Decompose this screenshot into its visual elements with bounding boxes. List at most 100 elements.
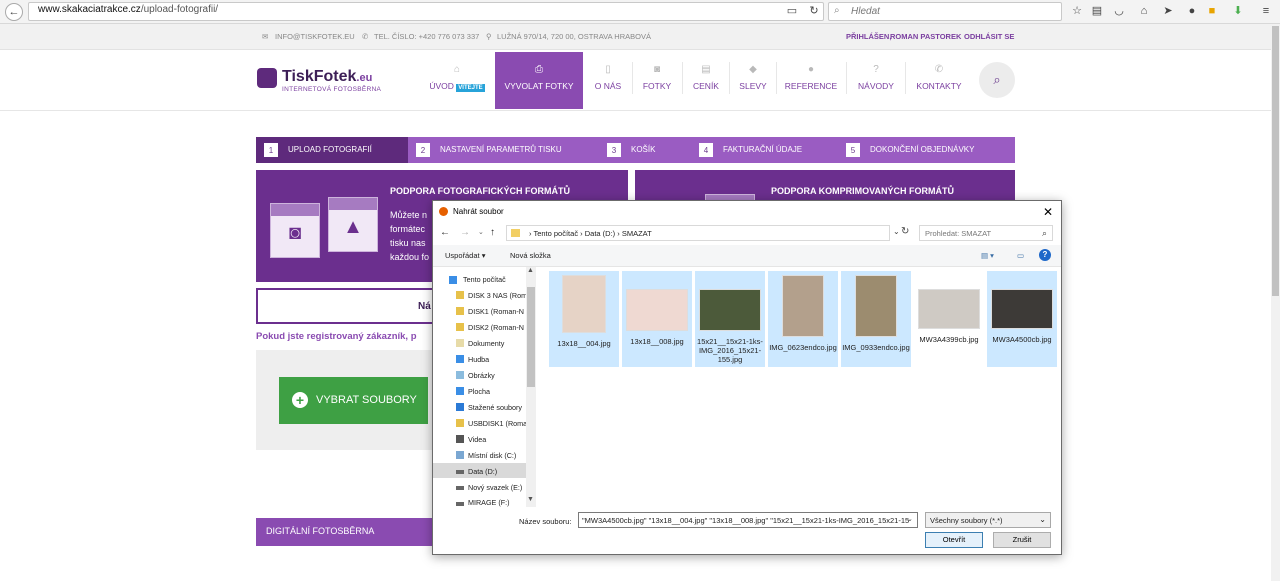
digital-photolab-heading: DIGITÁLNÍ FOTOSBĚRNA <box>256 518 436 544</box>
forward-arrow-icon[interactable]: → <box>460 227 470 238</box>
browser-search-input[interactable]: ⌕ Hledat <box>828 2 1062 21</box>
tree-item-music[interactable]: Hudba <box>468 355 526 364</box>
folder-icon <box>511 229 520 237</box>
preview-pane-icon[interactable]: ▭ <box>1017 251 1024 260</box>
nav-label: VYVOLAT FOTKY <box>504 81 574 91</box>
select-files-button[interactable]: + VYBRAT SOUBORY <box>279 377 428 424</box>
tree-item-disk2[interactable]: DISK2 (Roman-N <box>468 323 526 332</box>
tree-item-disk1[interactable]: DISK1 (Roman-N <box>468 307 526 316</box>
logo-name[interactable]: TiskFotek.eu <box>282 68 372 86</box>
nav-vyvolat-fotky[interactable]: ⎙ VYVOLAT FOTKY <box>495 52 583 109</box>
chat-icon[interactable]: ● <box>1186 5 1198 17</box>
step-upload[interactable]: 1 UPLOAD FOTOGRAFIÍ <box>256 137 408 163</box>
tree-item-desktop[interactable]: Plocha <box>468 387 526 396</box>
file-item[interactable]: IMG_0623endco.jpg <box>768 271 838 367</box>
logo-sub2: FOTOSBĚRNA <box>333 86 382 93</box>
file-name: 13x18__008.jpg <box>630 337 684 346</box>
nav-uvod[interactable]: ⌂ ÚVOD VÍTEJTE <box>421 52 493 109</box>
breadcrumb-item[interactable]: SMAZAT <box>622 229 652 238</box>
file-upload-dialog: Nahrát soubor ✕ ← → ⌄ ↑ › Tento počítač … <box>432 200 1062 555</box>
pocket-icon[interactable]: ◡ <box>1113 5 1125 17</box>
open-button[interactable]: Otevřít <box>925 532 983 548</box>
view-options-icon[interactable]: ▤ ▾ <box>981 251 994 260</box>
step-cart[interactable]: 3 KOŠÍK <box>607 137 695 163</box>
tree-item-usbdisk[interactable]: USBDISK1 (Roma <box>468 419 526 428</box>
user-name[interactable]: ROMAN PASTOREK <box>890 32 961 41</box>
up-arrow-icon[interactable]: ↑ <box>490 227 495 238</box>
download-icon[interactable]: ⬇ <box>1232 5 1244 17</box>
recent-dropdown-icon[interactable]: ⌄ <box>478 228 484 236</box>
file-item[interactable]: MW3A4399cb.jpg <box>914 271 984 367</box>
step-number: 4 <box>699 142 713 157</box>
crumb-dropdown-icon[interactable]: ⌄ <box>893 227 900 236</box>
file-item[interactable]: 15x21__15x21-1ks-IMG_2016_15x21-155.jpg <box>695 271 765 367</box>
menu-icon[interactable]: ≡ <box>1260 5 1272 17</box>
logged-in-label: PŘIHLÁŠEN, <box>846 32 892 41</box>
back-arrow-icon[interactable]: ← <box>440 227 450 238</box>
site-search-button[interactable]: ⌕ <box>979 62 1015 98</box>
contact-email[interactable]: INFO@TISKFOTEK.EU <box>275 32 355 41</box>
file-item[interactable]: MW3A4500cb.jpg <box>987 271 1057 367</box>
tree-item-novy-svazek-e[interactable]: Nový svazek (E:) <box>468 483 526 492</box>
tree-item-local-disk-c[interactable]: Místní disk (C:) <box>468 451 526 460</box>
scroll-down-icon[interactable]: ▼ <box>527 496 534 503</box>
step-finish[interactable]: 5 DOKONČENÍ OBJEDNÁVKY <box>846 137 1014 163</box>
reader-icon[interactable]: ▭ <box>786 5 798 17</box>
step-label: DOKONČENÍ OBJEDNÁVKY <box>870 145 975 154</box>
breadcrumb[interactable]: › Tento počítač › Data (D:) › SMAZAT <box>506 225 890 241</box>
logo-icon[interactable] <box>257 68 277 88</box>
step-label: FAKTURAČNÍ ÚDAJE <box>723 145 803 154</box>
reload-icon[interactable]: ↻ <box>808 5 820 17</box>
close-icon[interactable]: ✕ <box>1043 205 1053 219</box>
nav-cenik[interactable]: ▤ CENÍK <box>683 52 729 109</box>
bookmark-star-icon[interactable]: ☆ <box>1071 5 1083 17</box>
tree-item-mirage-f[interactable]: MIRAGE (F:) <box>468 498 526 507</box>
step-print-settings[interactable]: 2 NASTAVENÍ PARAMETRŮ TISKU <box>416 137 602 163</box>
nav-label: KONTAKTY <box>916 81 962 91</box>
library-icon[interactable]: ▤ <box>1091 5 1103 17</box>
extension-icon[interactable]: ■ <box>1206 5 1218 17</box>
cancel-button[interactable]: Zrušit <box>993 532 1051 548</box>
file-item[interactable]: IMG_0933endco.jpg <box>841 271 911 367</box>
nav-fotky[interactable]: ◙ FOTKY <box>633 52 681 109</box>
new-folder-button[interactable]: Nová složka <box>510 251 551 260</box>
nav-slevy[interactable]: ◆ SLEVY <box>730 52 776 109</box>
nav-label: NÁVODY <box>858 81 894 91</box>
scroll-up-icon[interactable]: ▲ <box>527 267 534 274</box>
logout-link[interactable]: ODHLÁSIT SE <box>964 32 1014 41</box>
nav-kontakty[interactable]: ✆ KONTAKTY <box>906 52 972 109</box>
dialog-search-input[interactable]: Prohledat: SMAZAT ⌕ <box>919 225 1053 241</box>
filetype-select[interactable]: Všechny soubory (*.*) ⌄ <box>925 512 1051 528</box>
tree-item-videos[interactable]: Videa <box>468 435 526 444</box>
tree-item-pictures[interactable]: Obrázky <box>468 371 526 380</box>
back-icon[interactable]: ← <box>5 3 23 21</box>
file-item[interactable]: 13x18__004.jpg <box>549 271 619 367</box>
nav-o-nas[interactable]: ▯ O NÁS <box>585 52 631 109</box>
home-icon[interactable]: ⌂ <box>1138 5 1150 17</box>
question-icon: ? <box>873 64 879 75</box>
tree-item-disk3[interactable]: DISK 3 NAS (Roman <box>468 291 526 300</box>
file-item[interactable]: 13x18__008.jpg <box>622 271 692 367</box>
tree-item-downloads[interactable]: Stažené soubory <box>468 403 526 412</box>
search-icon: ⌕ <box>1041 228 1047 238</box>
tree-scrollbar-thumb[interactable] <box>527 287 535 387</box>
nav-reference[interactable]: ● REFERENCE <box>777 52 845 109</box>
step-label: KOŠÍK <box>631 145 656 154</box>
tree-item-data-d[interactable]: Data (D:) <box>468 467 526 476</box>
page-scrollbar-thumb[interactable] <box>1272 26 1279 296</box>
organize-button[interactable]: Uspořádat ▾ <box>445 251 485 260</box>
desktop-icon <box>456 387 464 395</box>
nav-navody[interactable]: ? NÁVODY <box>847 52 905 109</box>
step-billing[interactable]: 4 FAKTURAČNÍ ÚDAJE <box>699 137 839 163</box>
file-list: 13x18__004.jpg 13x18__008.jpg 15x21__15x… <box>539 267 1061 507</box>
filename-dropdown-icon[interactable]: ⌄ <box>907 515 913 523</box>
tree-item-documents[interactable]: Dokumenty <box>468 339 526 348</box>
send-icon[interactable]: ➤ <box>1162 5 1174 17</box>
breadcrumb-item[interactable]: Tento počítač <box>533 229 578 238</box>
breadcrumb-item[interactable]: Data (D:) <box>585 229 615 238</box>
help-icon[interactable]: ? <box>1039 249 1051 261</box>
filename-input[interactable]: "MW3A4500cb.jpg" "13x18__004.jpg" "13x18… <box>578 512 918 528</box>
image-file-icon: ▲ <box>328 197 378 252</box>
refresh-icon[interactable]: ↻ <box>901 226 909 237</box>
nav-label: SLEVY <box>739 81 767 91</box>
